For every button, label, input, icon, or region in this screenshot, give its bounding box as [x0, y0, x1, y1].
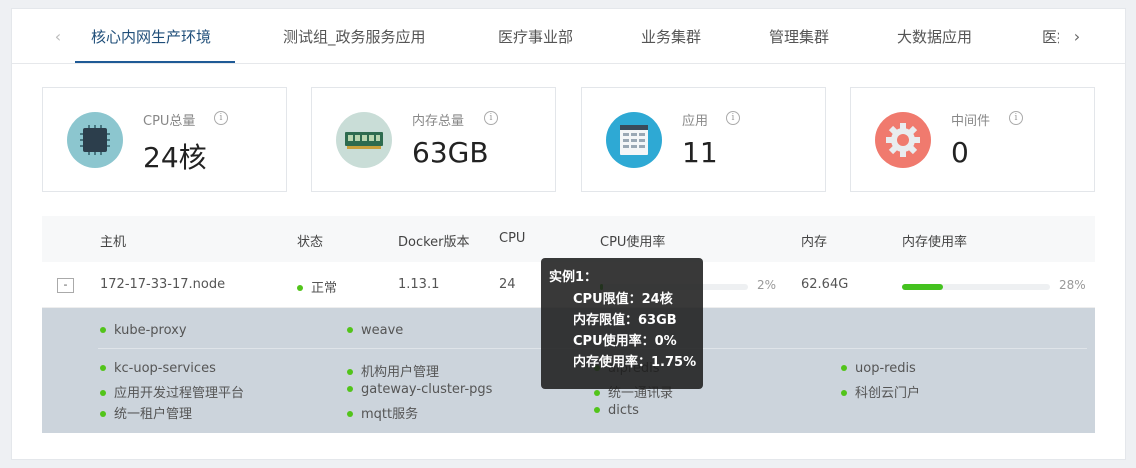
tab-next-arrow-icon[interactable]: ›: [1069, 27, 1085, 47]
list-item[interactable]: 机构用户管理: [347, 361, 439, 380]
status-ok-dot-icon: [347, 326, 353, 333]
status-ok-dot-icon: [594, 389, 600, 396]
tab-overflow-clip: 医疗: [1037, 9, 1059, 63]
info-icon[interactable]: i: [484, 111, 498, 125]
application-window-icon: [606, 112, 662, 168]
tab-prev-arrow-icon[interactable]: ‹: [50, 27, 66, 47]
tab-test-gov-services[interactable]: 测试组_政务服务应用: [283, 26, 426, 48]
service-name: mqtt服务: [361, 407, 419, 422]
tooltip-cpu-limit: CPU限值：24核: [573, 292, 673, 307]
tab-medical-truncated[interactable]: 医疗: [1042, 26, 1059, 48]
status-ok-dot-icon: [100, 326, 106, 333]
card-applications-label: 应用: [682, 114, 709, 129]
list-item[interactable]: kc-uop-services: [100, 361, 216, 376]
collapse-row-button[interactable]: -: [57, 278, 74, 293]
status-ok-dot-icon: [100, 364, 106, 371]
tab-core-intranet-production[interactable]: 核心内网生产环境: [91, 26, 211, 48]
tooltip-title: 实例1：: [549, 270, 598, 285]
col-header-docker-version: Docker版本: [398, 235, 470, 250]
info-icon[interactable]: i: [1009, 111, 1023, 125]
status-ok-dot-icon: [841, 389, 847, 396]
host-table-header: 主机 状态 Docker版本 CPU CPU使用率 内存 内存使用率: [42, 216, 1095, 262]
card-middleware-value: 0: [951, 136, 969, 169]
col-header-memory: 内存: [801, 235, 828, 250]
memory-usage-bar-fill: [902, 284, 944, 290]
status-ok-dot-icon: [594, 406, 600, 413]
card-cpu-total: CPU总量 i 24核: [42, 87, 287, 192]
status-ok-dot-icon: [347, 385, 353, 392]
list-item[interactable]: 统一租户管理: [100, 403, 192, 422]
service-name: gateway-cluster-pgs: [361, 382, 493, 397]
service-name: dicts: [608, 403, 639, 418]
tooltip-cpu-usage: CPU使用率：0%: [573, 334, 677, 349]
col-header-cpu: CPU: [499, 231, 526, 246]
cpu-chip-icon: [67, 112, 123, 168]
instance-tooltip: 实例1： CPU限值：24核 内存限值：63GB CPU使用率：0% 内存使用率…: [541, 258, 703, 389]
card-applications: 应用 i 11: [581, 87, 826, 192]
card-cpu-label: CPU总量: [143, 114, 196, 129]
memory-usage-percent: 28%: [1059, 278, 1086, 292]
cluster-tabs: ‹ 核心内网生产环境 测试组_政务服务应用 医疗事业部 业务集群 管理集群 大数…: [12, 9, 1125, 64]
service-name: kube-proxy: [114, 323, 187, 338]
docker-version: 1.13.1: [398, 277, 440, 292]
memory-usage-bar: [902, 284, 1050, 290]
tooltip-memory-limit: 内存限值：63GB: [573, 313, 677, 328]
card-middleware: 中间件 i 0: [850, 87, 1095, 192]
card-middleware-label: 中间件: [951, 114, 991, 129]
list-item[interactable]: 科创云门户: [841, 382, 920, 401]
status-ok-dot-icon: [841, 364, 847, 371]
service-name: kc-uop-services: [114, 361, 216, 376]
service-name: 科创云门户: [855, 386, 921, 401]
card-cpu-value: 24核: [143, 141, 207, 174]
list-item[interactable]: gateway-cluster-pgs: [347, 382, 492, 397]
info-icon[interactable]: i: [214, 111, 228, 125]
status-ok-dot-icon: [100, 410, 106, 417]
host-name: 172-17-33-17.node: [100, 277, 226, 292]
cpu-cores: 24: [499, 277, 516, 292]
service-name: 统一租户管理: [114, 407, 193, 422]
list-item[interactable]: weave: [347, 323, 403, 338]
list-item[interactable]: 应用开发过程管理平台: [100, 382, 244, 401]
service-name: uop-redis: [855, 361, 916, 376]
service-name: weave: [361, 323, 404, 338]
col-header-host: 主机: [100, 235, 127, 250]
tab-management-cluster[interactable]: 管理集群: [769, 26, 829, 48]
cluster-panel: ‹ 核心内网生产环境 测试组_政务服务应用 医疗事业部 业务集群 管理集群 大数…: [11, 8, 1126, 460]
list-item[interactable]: uop-redis: [841, 361, 916, 376]
list-item[interactable]: mqtt服务: [347, 403, 418, 422]
cpu-usage-percent: 2%: [757, 278, 777, 292]
tooltip-memory-usage: 内存使用率：1.75%: [573, 355, 697, 370]
card-memory-label: 内存总量: [412, 114, 465, 129]
tab-big-data-apps[interactable]: 大数据应用: [897, 26, 972, 48]
tab-medical-division[interactable]: 医疗事业部: [498, 26, 573, 48]
status-ok-dot-icon: [347, 410, 353, 417]
gear-icon: [875, 112, 931, 168]
card-applications-value: 11: [682, 136, 718, 169]
list-item[interactable]: dicts: [594, 403, 639, 418]
tab-business-cluster[interactable]: 业务集群: [641, 26, 701, 48]
status-ok-dot-icon: [347, 368, 353, 375]
card-memory-value: 63GB: [412, 136, 489, 169]
card-memory-total: 内存总量 i 63GB: [311, 87, 556, 192]
host-status-text: 正常: [311, 281, 338, 296]
memory-size: 62.64G: [801, 277, 849, 292]
info-icon[interactable]: i: [726, 111, 740, 125]
memory-module-icon: [336, 112, 392, 168]
col-header-status: 状态: [297, 235, 324, 250]
service-name: 应用开发过程管理平台: [114, 386, 245, 401]
active-tab-underline: [75, 61, 235, 63]
status-ok-dot-icon: [100, 389, 106, 396]
col-header-cpu-usage: CPU使用率: [600, 235, 666, 250]
col-header-memory-usage: 内存使用率: [902, 235, 968, 250]
service-name: 机构用户管理: [361, 365, 440, 380]
list-item[interactable]: kube-proxy: [100, 323, 187, 338]
host-status: 正常: [297, 277, 337, 296]
status-ok-dot-icon: [297, 284, 303, 291]
